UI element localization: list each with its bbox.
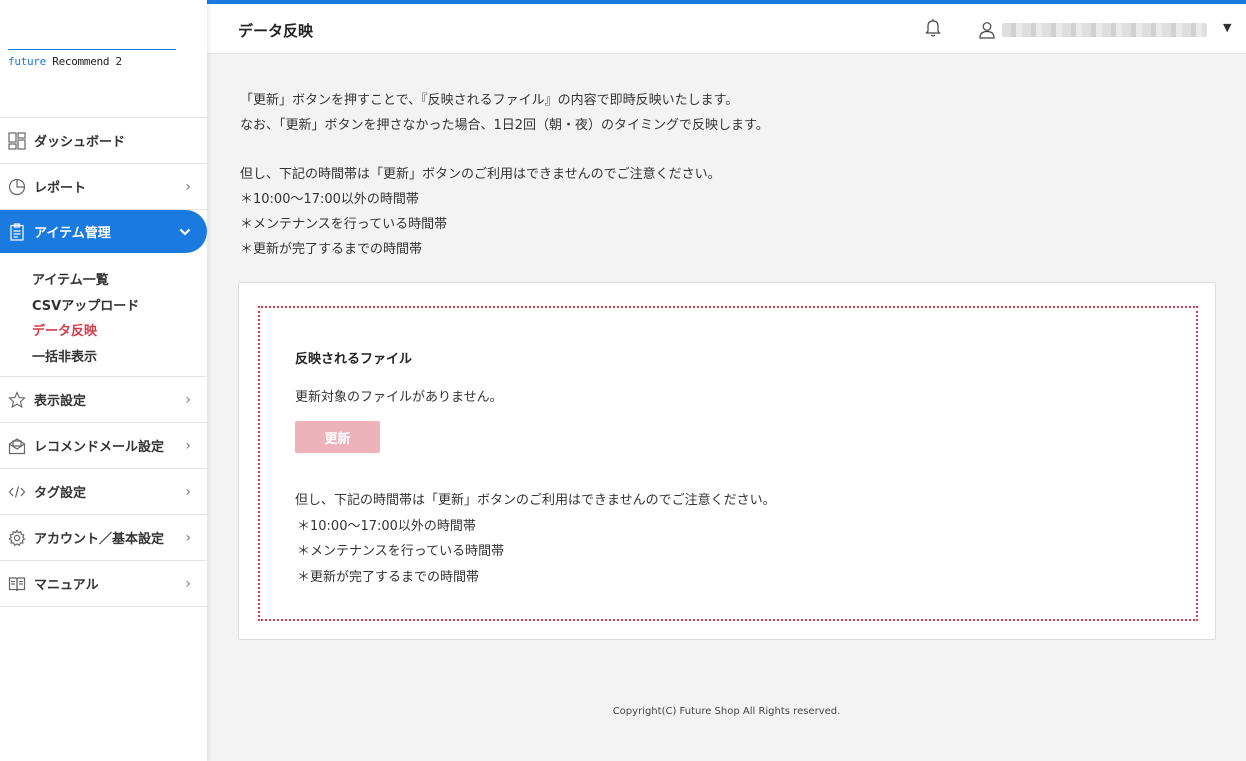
intro-line: 但し、下記の時間帯は「更新」ボタンのご利用はできませんのでご注意ください。 [240, 167, 721, 182]
sidebar-item-display-settings[interactable]: 表示設定 › [0, 377, 207, 423]
pie-chart-icon [8, 178, 26, 196]
gear-icon [8, 528, 26, 547]
sidebar-nav: ダッシュボード レポート › アイテム管理 アイテム一覧 CSVアップロード デ… [0, 117, 207, 607]
sidebar-item-label: アカウント／基本設定 [34, 532, 165, 547]
card-bullet: ＊メンテナンスを行っている時間帯 [297, 544, 505, 559]
caret-down-icon[interactable]: ▼ [1223, 21, 1231, 34]
header: データ反映 ▼ [207, 0, 1246, 54]
chevron-right-icon: › [185, 178, 191, 195]
dashboard-icon [8, 131, 26, 150]
reflect-card: 反映されるファイル 更新対象のファイルがありません。 更新 但し、下記の時間帯は… [238, 282, 1216, 640]
no-file-message: 更新対象のファイルがありません。 [295, 390, 503, 405]
footer-copyright: Copyright(C) Future Shop All Rights rese… [612, 706, 841, 717]
sidebar-subitem-data-reflect[interactable]: データ反映 [0, 319, 207, 345]
sidebar-submenu: アイテム一覧 CSVアップロード データ反映 一括非表示 [0, 254, 207, 377]
card-bullet: ＊10:00～17:00以外の時間帯 [297, 518, 476, 534]
sidebar-item-label: ダッシュボード [34, 135, 126, 150]
chevron-right-icon: › [185, 391, 191, 408]
sidebar-item-label: レコメンドメール設定 [34, 440, 165, 455]
sidebar: future Recommend 2 ダッシュボード レポート › アイテム管理 [0, 0, 207, 761]
chevron-down-icon [179, 224, 191, 240]
card-bullet: ＊更新が完了するまでの時間帯 [297, 569, 480, 585]
logo-text: Recommend 2 [45, 55, 122, 68]
card-note: 但し、下記の時間帯は「更新」ボタンのご利用はできませんのでご注意ください。 [295, 493, 776, 508]
sidebar-item-label: アイテム管理 [34, 226, 111, 241]
star-icon [8, 390, 26, 409]
sidebar-subitem-bulk-hide[interactable]: 一括非表示 [0, 345, 207, 371]
sidebar-item-report[interactable]: レポート › [0, 164, 207, 210]
section-title: 反映されるファイル [295, 352, 413, 367]
card-notes: 但し、下記の時間帯は「更新」ボタンのご利用はできませんのでご注意ください。 ＊1… [295, 488, 776, 590]
mail-icon [8, 437, 26, 455]
chevron-right-icon: › [185, 575, 191, 592]
sidebar-item-item-management[interactable]: アイテム管理 [0, 210, 207, 253]
sidebar-item-label: 表示設定 [34, 394, 87, 409]
sidebar-item-label: レポート [34, 181, 87, 196]
intro-line: 「更新」ボタンを押すことで、『反映されるファイル』の内容で即時反映いたします。 [240, 93, 739, 108]
intro-bullet: ＊メンテナンスを行っている時間帯 [240, 217, 448, 232]
logo-brand: future [8, 55, 46, 68]
sidebar-item-account-settings[interactable]: アカウント／基本設定 › [0, 515, 207, 561]
clipboard-icon [8, 222, 26, 241]
sidebar-item-label: タグ設定 [34, 486, 87, 501]
intro-line: なお、「更新」ボタンを押さなかった場合、1日2回（朝・夜）のタイミングで反映しま… [240, 118, 769, 133]
bell-icon[interactable] [924, 18, 942, 42]
code-icon [8, 483, 26, 501]
sidebar-item-manual[interactable]: マニュアル › [0, 561, 207, 607]
book-icon [8, 575, 26, 593]
sidebar-item-recommend-mail[interactable]: レコメンドメール設定 › [0, 423, 207, 469]
page-title: データ反映 [238, 22, 314, 40]
user-name-redacted[interactable] [1002, 23, 1207, 37]
sidebar-subitem-csv-upload[interactable]: CSVアップロード [0, 294, 207, 320]
chevron-right-icon: › [185, 529, 191, 546]
sidebar-item-dashboard[interactable]: ダッシュボード [0, 118, 207, 164]
intro-bullet: ＊10:00～17:00以外の時間帯 [240, 192, 419, 207]
intro-text: 「更新」ボタンを押すことで、『反映されるファイル』の内容で即時反映いたします。 … [240, 88, 769, 262]
logo[interactable]: future Recommend 2 [8, 49, 176, 69]
chevron-right-icon: › [185, 483, 191, 500]
reflect-file-box: 反映されるファイル 更新対象のファイルがありません。 更新 但し、下記の時間帯は… [258, 306, 1198, 621]
update-button[interactable]: 更新 [295, 421, 380, 453]
sidebar-item-label: マニュアル [34, 578, 99, 593]
sidebar-item-tag-settings[interactable]: タグ設定 › [0, 469, 207, 515]
user-icon[interactable] [979, 21, 995, 43]
intro-bullet: ＊更新が完了するまでの時間帯 [240, 242, 423, 257]
sidebar-subitem-item-list[interactable]: アイテム一覧 [0, 268, 207, 294]
chevron-right-icon: › [185, 437, 191, 454]
